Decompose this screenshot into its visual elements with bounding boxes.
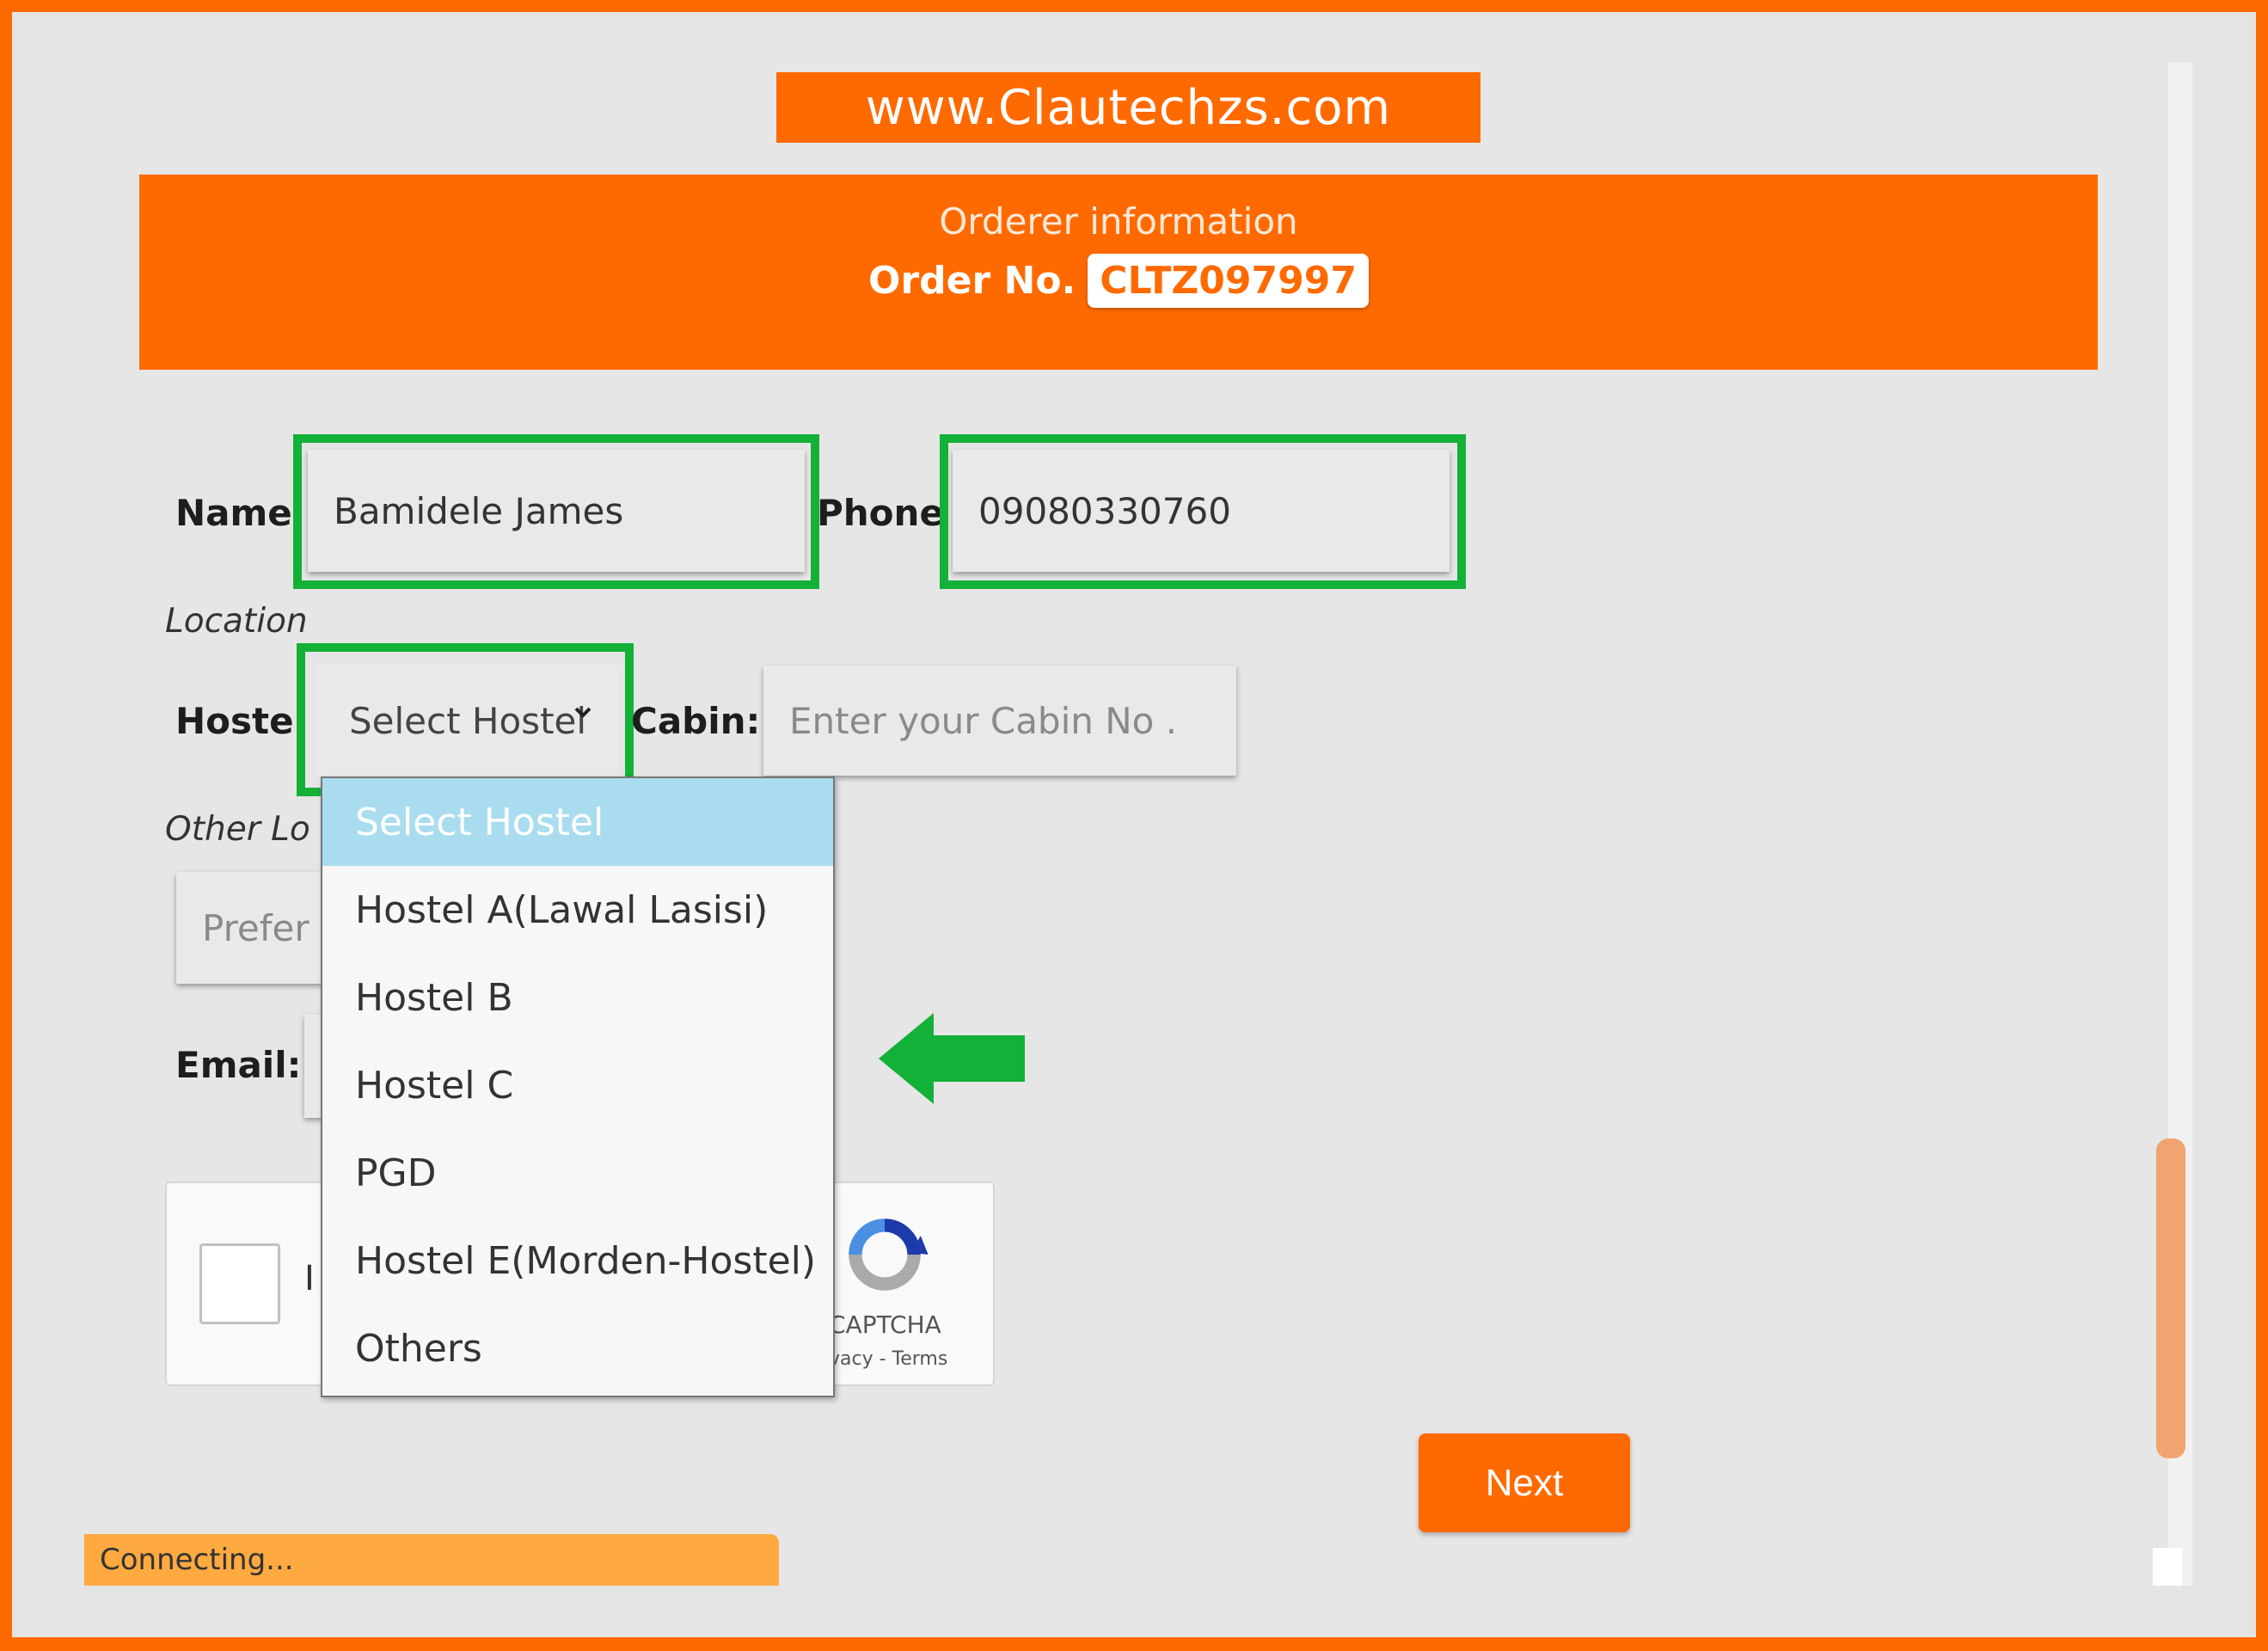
email-label: Email: [175, 1044, 302, 1086]
cabin-input[interactable]: Enter your Cabin No . [763, 666, 1236, 776]
status-bar: Connecting... [84, 1534, 779, 1586]
recaptcha-checkbox-label: I [304, 1259, 315, 1298]
phone-label: Phone [817, 492, 944, 534]
dropdown-option[interactable]: Hostel E(Morden-Hostel) [322, 1217, 833, 1304]
hostel-dropdown-list[interactable]: Select Hostel Hostel A(Lawal Lasisi) Hoste… [321, 776, 835, 1397]
recaptcha-terms-link[interactable]: vacy - Terms [829, 1348, 947, 1370]
order-label: Order No. [868, 259, 1076, 303]
dropdown-option[interactable]: PGD [322, 1129, 833, 1217]
arrow-left-icon [879, 1013, 1025, 1104]
dropdown-option[interactable]: Select Hostel [322, 778, 833, 866]
recaptcha-logo-icon [849, 1218, 929, 1291]
dropdown-option[interactable]: Hostel B [322, 954, 833, 1041]
name-highlight-box [293, 434, 819, 589]
dropdown-option[interactable]: Hostel C [322, 1041, 833, 1129]
hostel-highlight-box [297, 643, 634, 796]
other-location-placeholder: Prefer [202, 906, 310, 949]
hostel-label: Hostel [175, 700, 306, 742]
recaptcha-checkbox[interactable] [199, 1243, 280, 1324]
header-subtitle: Orderer information [939, 200, 1298, 242]
location-label: Location [165, 602, 308, 641]
phone-highlight-box [940, 434, 1466, 589]
name-label: Name [175, 492, 292, 534]
order-number-row: Order No. CLTZ097997 [139, 254, 2098, 308]
dropdown-option[interactable]: Hostel A(Lawal Lasisi) [322, 866, 833, 954]
next-button[interactable]: Next [1419, 1433, 1630, 1532]
cabin-placeholder: Enter your Cabin No . [789, 699, 1178, 742]
order-number-badge: CLTZ097997 [1088, 254, 1369, 308]
orderer-header: Orderer information Order No. CLTZ097997 [139, 175, 2098, 370]
cabin-label: Cabin: [631, 700, 761, 742]
recaptcha-brand: CAPTCHA [829, 1310, 941, 1339]
scrollbar-corner [2153, 1548, 2182, 1586]
other-location-label: Other Lo [165, 810, 310, 849]
watermark-banner: www.Clautechzs.com [776, 72, 1480, 143]
dropdown-option[interactable]: Others [322, 1304, 833, 1392]
scrollbar-thumb[interactable] [2156, 1139, 2185, 1458]
